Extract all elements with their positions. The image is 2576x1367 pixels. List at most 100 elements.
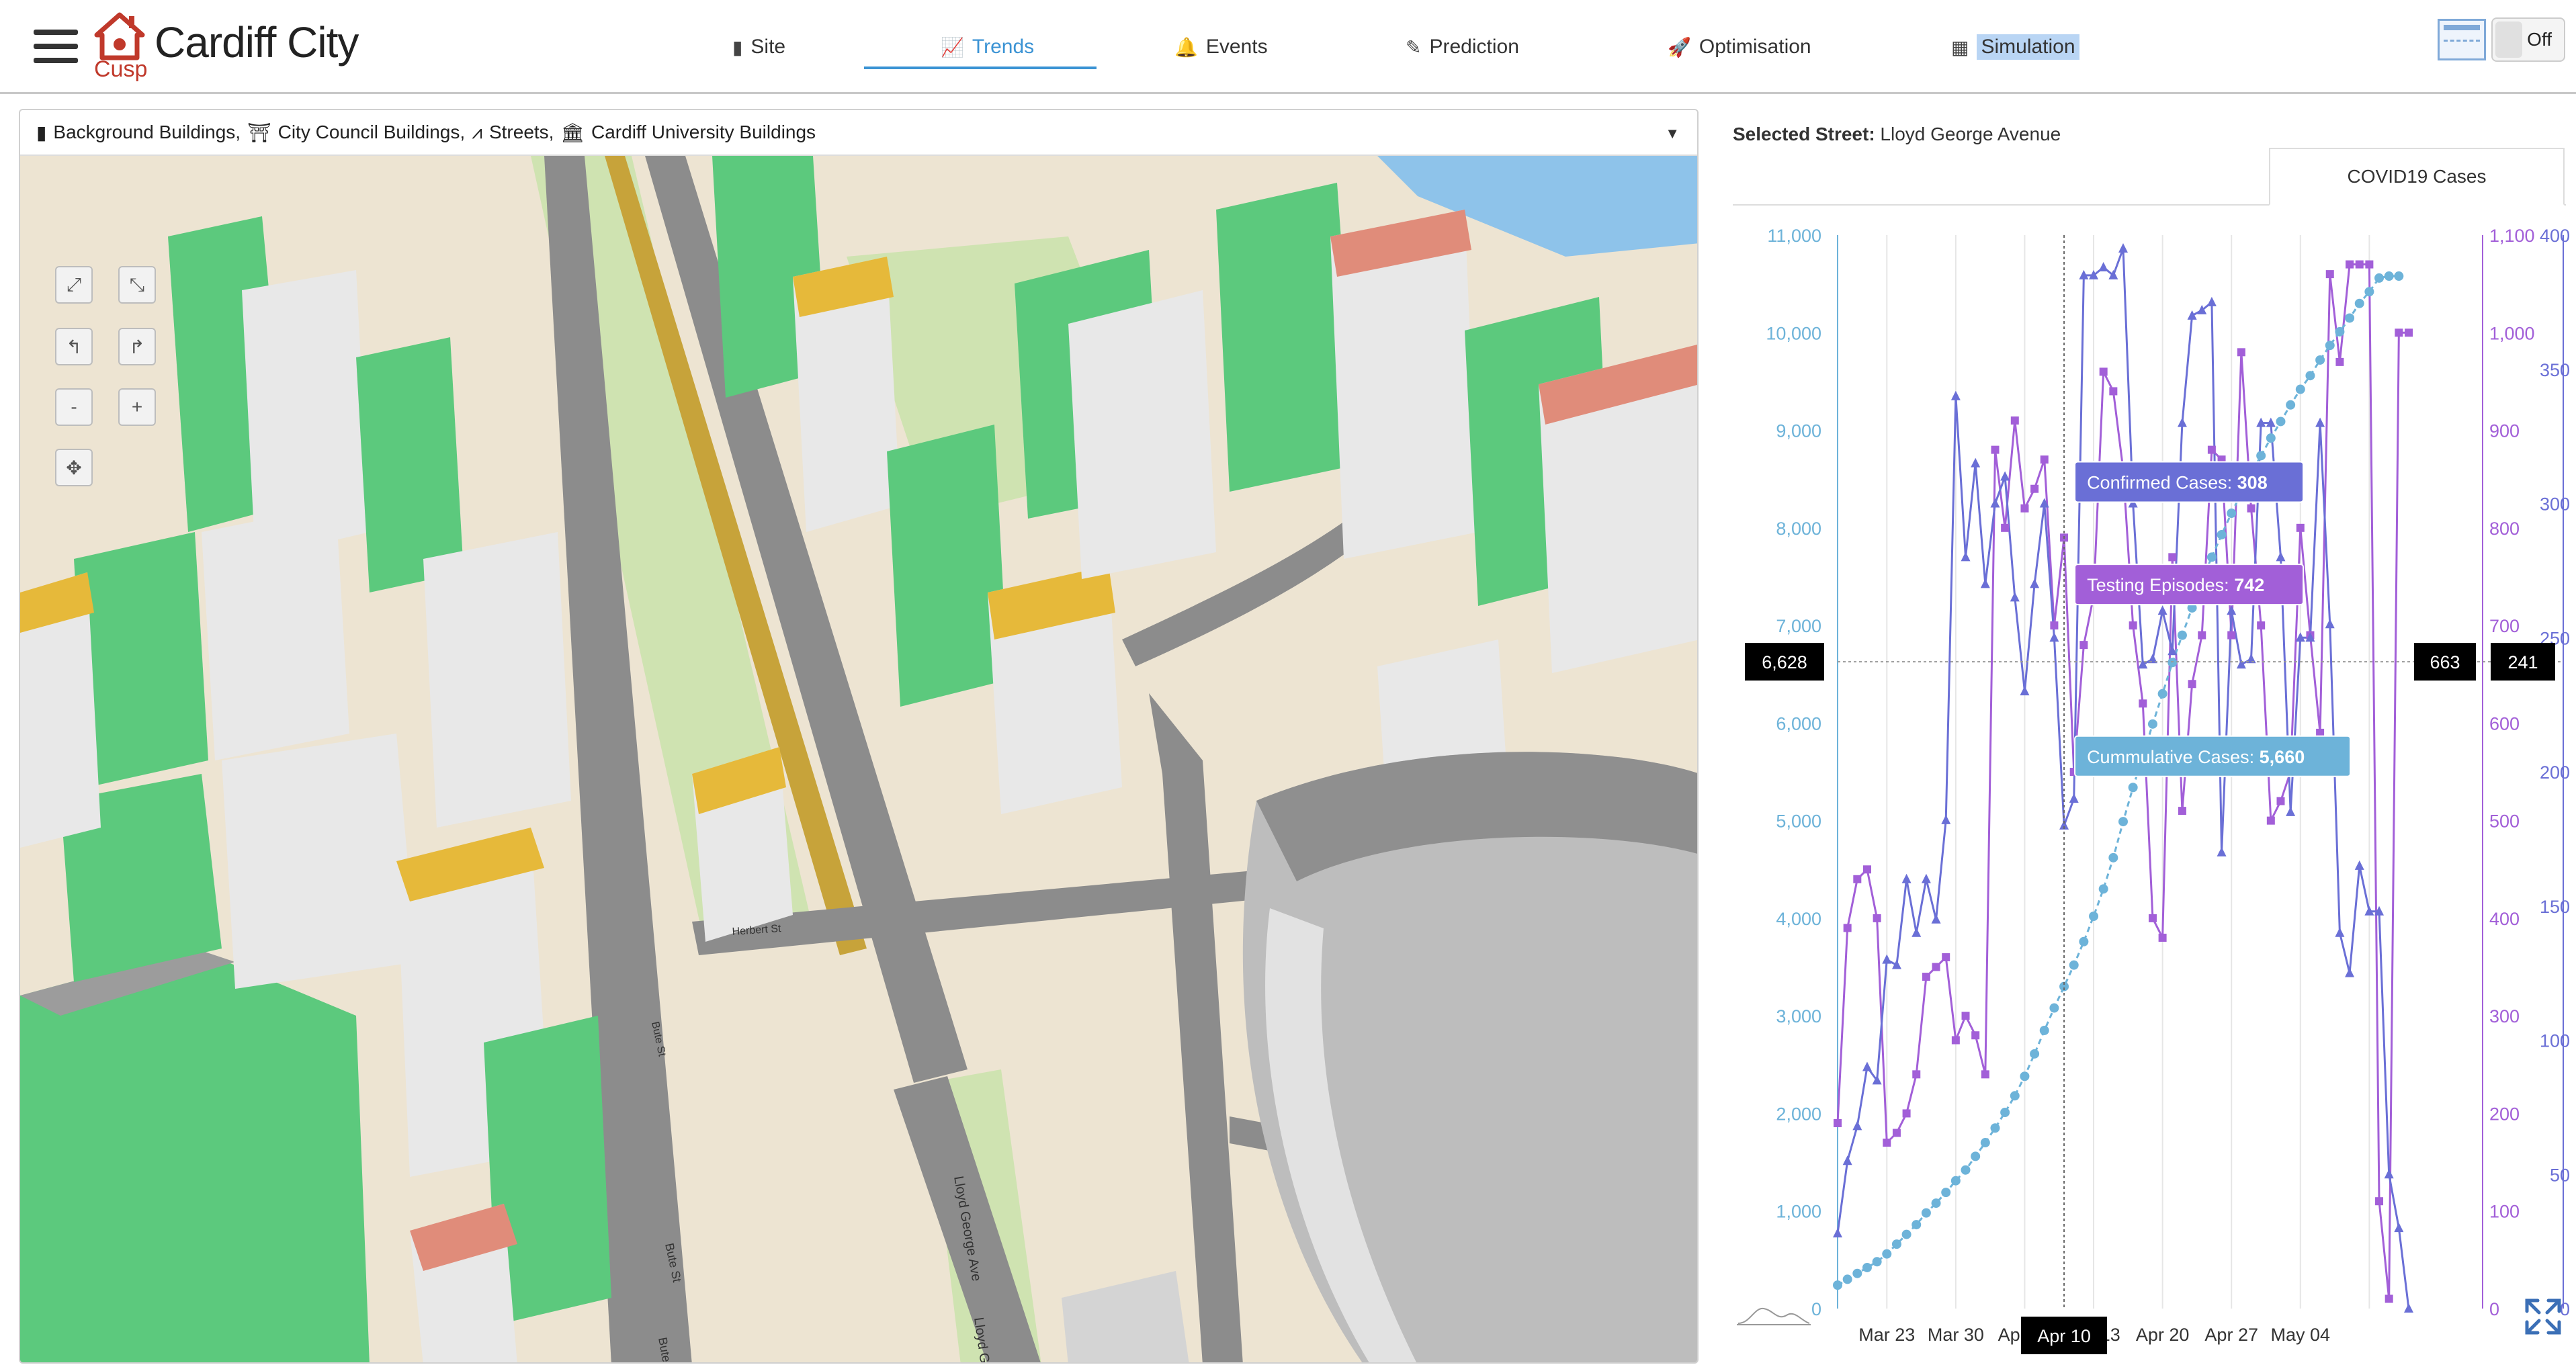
testing-point bbox=[2198, 631, 2206, 640]
y-right1-tick-label: 700 bbox=[2489, 616, 2520, 636]
map-3d-view[interactable]: Lloyd George Ave Lloyd George Ave Bute S… bbox=[20, 156, 1699, 1364]
confirmed-point bbox=[2010, 592, 2020, 602]
cumulative-point bbox=[2266, 433, 2276, 443]
y-left-tick-label: 11,000 bbox=[1767, 226, 1821, 246]
tooltip-value: 308 bbox=[2237, 473, 2268, 493]
cumulative-point bbox=[2325, 341, 2335, 351]
confirmed-point bbox=[2345, 967, 2355, 977]
y-right1-tick-label: 300 bbox=[2489, 1006, 2520, 1026]
nav-simulation[interactable]: ▦ Simulation bbox=[1951, 27, 2079, 67]
nav-optimisation[interactable]: 🚀 Optimisation bbox=[1668, 27, 1811, 67]
chevron-down-icon[interactable]: ▼ bbox=[1665, 125, 1680, 142]
confirmed-point bbox=[1990, 498, 2000, 508]
covid-chart[interactable]: 0 1,000 2,000 3,000 4,000 5,000 6,000 7,000 8,00… bbox=[1717, 210, 2576, 1364]
testing-point bbox=[1942, 953, 1950, 962]
tooltip-label: Confirmed Cases: bbox=[2087, 473, 2237, 493]
y-right1-tick-label: 1,000 bbox=[2489, 323, 2535, 343]
app-title[interactable]: Cardiff City bbox=[155, 17, 359, 67]
magic-wand-icon: ✎ bbox=[1406, 36, 1422, 58]
y-left-tick-label: 1,000 bbox=[1776, 1202, 1821, 1222]
rotate-left-icon[interactable]: ↰ bbox=[55, 328, 93, 365]
cumulative-point bbox=[2020, 1071, 2030, 1082]
layer-selector[interactable]: ▮ Background Buildings, ⛩ City Council Bui… bbox=[20, 110, 1697, 156]
expand-view-icon[interactable]: ⤡ bbox=[118, 266, 156, 304]
nav-events[interactable]: 🔔 Events bbox=[1174, 27, 1268, 67]
nav-optimisation-label: Optimisation bbox=[1699, 36, 1811, 58]
confirmed-point bbox=[1833, 1228, 1842, 1238]
testing-point bbox=[2395, 328, 2403, 337]
cumulative-point bbox=[2354, 298, 2364, 308]
cumulative-point bbox=[1990, 1123, 2000, 1133]
testing-point bbox=[2346, 260, 2354, 269]
confirmed-point bbox=[1862, 1061, 1872, 1071]
confirmed-point bbox=[2276, 552, 2286, 562]
zoom-out-icon[interactable]: - bbox=[55, 388, 93, 426]
pan-move-icon[interactable]: ✥ bbox=[55, 449, 93, 486]
cumulative-point bbox=[2295, 384, 2305, 394]
layer-city-council-buildings: City Council Buildings, bbox=[277, 122, 466, 142]
y-right1-tick-label: 0 bbox=[2489, 1299, 2499, 1319]
cumulative-point bbox=[2394, 271, 2404, 281]
testing-point bbox=[1843, 924, 1852, 932]
testing-point bbox=[2168, 553, 2177, 562]
zoom-extent-icon[interactable]: ⤢ bbox=[55, 266, 93, 304]
cumulative-point bbox=[1950, 1176, 1961, 1186]
confirmed-point bbox=[2325, 619, 2335, 629]
series-line-testing-episodes bbox=[1836, 263, 2409, 1299]
y-right2-tick-label: 150 bbox=[2540, 897, 2570, 917]
confirmed-point bbox=[2069, 793, 2079, 803]
fullscreen-expand-icon[interactable] bbox=[2523, 1296, 2563, 1337]
nav-prediction[interactable]: ✎ Prediction bbox=[1406, 27, 1519, 67]
x-tick-label: May 04 bbox=[2271, 1325, 2331, 1345]
bell-icon: 🔔 bbox=[1174, 36, 1198, 58]
confirmed-point bbox=[1901, 873, 1912, 883]
testing-point bbox=[2109, 387, 2118, 396]
confirmed-point bbox=[2286, 806, 2296, 816]
map-canvas[interactable]: Lloyd George Ave Lloyd George Ave Bute S… bbox=[20, 156, 1699, 1364]
y-left-tick-label: 4,000 bbox=[1776, 909, 1821, 929]
testing-point bbox=[2129, 621, 2137, 630]
testing-point bbox=[2355, 260, 2364, 269]
testing-point bbox=[2207, 445, 2216, 454]
cumulative-point bbox=[2227, 509, 2237, 519]
x-tick-label: Mar 23 bbox=[1858, 1325, 1915, 1345]
zoom-in-icon[interactable]: + bbox=[118, 388, 156, 426]
cumulative-point bbox=[2286, 400, 2296, 410]
cumulative-point bbox=[2128, 783, 2138, 793]
active-tab-underline bbox=[864, 67, 1097, 69]
y-left-tick-label: 9,000 bbox=[1776, 421, 1821, 441]
confirmed-point bbox=[1921, 873, 1931, 883]
nav-trends[interactable]: 📈 Trends bbox=[941, 27, 1034, 67]
crosshair-left-value: 6,628 bbox=[1762, 652, 1807, 672]
cumulative-point bbox=[1833, 1280, 1842, 1290]
confirmed-point bbox=[1941, 814, 1951, 824]
y-left-tick-label: 6,000 bbox=[1776, 713, 1821, 734]
x-tick-label: Apr 27 bbox=[2204, 1325, 2258, 1345]
tooltip-label: Testing Episodes: bbox=[2087, 575, 2234, 595]
cumulative-point bbox=[1901, 1229, 1912, 1239]
testing-point bbox=[2266, 816, 2275, 825]
off-toggle-button[interactable]: Off bbox=[2491, 17, 2565, 62]
tab-covid19-cases[interactable]: COVID19 Cases bbox=[2269, 148, 2565, 206]
cumulative-point bbox=[1891, 1239, 1901, 1249]
range-navigator-icon[interactable] bbox=[1737, 1300, 1811, 1327]
rotate-right-icon[interactable]: ↱ bbox=[118, 328, 156, 365]
confirmed-point bbox=[2217, 846, 2227, 856]
road-icon: ⩘ bbox=[472, 121, 482, 142]
testing-point bbox=[2020, 504, 2029, 513]
crosshair-right1-value: 663 bbox=[2430, 652, 2460, 672]
selected-street-label: Selected Street: bbox=[1733, 124, 1875, 144]
confirmed-point bbox=[1950, 390, 1961, 400]
cumulative-point bbox=[2147, 719, 2157, 729]
chart-svg[interactable]: 0 1,000 2,000 3,000 4,000 5,000 6,000 7,000 8,00… bbox=[1717, 210, 2576, 1364]
cumulative-point bbox=[2167, 658, 2178, 668]
y-right2-tick-label: 400 bbox=[2540, 226, 2570, 246]
cumulative-point bbox=[1882, 1249, 1892, 1259]
nav-trends-label: Trends bbox=[972, 36, 1035, 58]
nav-site[interactable]: ▮ Site bbox=[732, 27, 785, 67]
y-right1-tick-label: 800 bbox=[2489, 519, 2520, 539]
cumulative-point bbox=[2079, 936, 2089, 946]
hamburger-menu-icon[interactable] bbox=[34, 30, 78, 63]
layout-toggle-icon[interactable] bbox=[2438, 19, 2486, 60]
nav-events-label: Events bbox=[1205, 36, 1268, 58]
